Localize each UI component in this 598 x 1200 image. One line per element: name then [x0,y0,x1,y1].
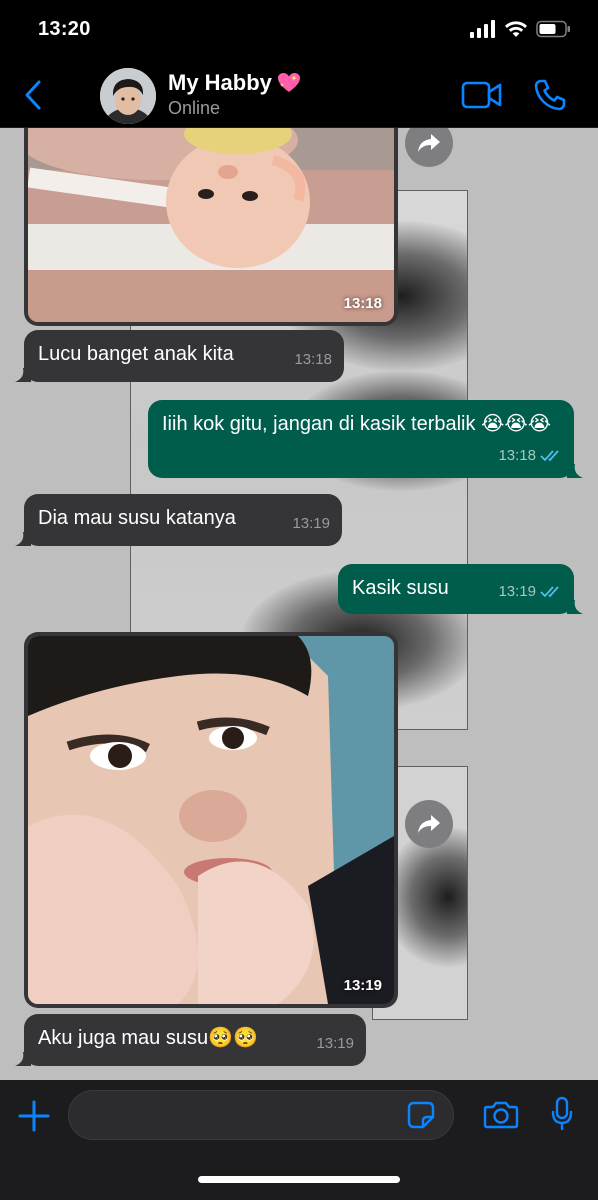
phone-icon [534,79,566,111]
sparkling-heart-icon [277,73,300,92]
forward-arrow-icon [418,134,440,152]
chat-area[interactable]: 13:18 Lucu banget anak kita 13:18 Iiih k… [0,128,598,1080]
message-text: Iiih kok gitu, jangan di kasik terbalik … [162,413,552,435]
outgoing-message[interactable]: Kasik susu 13:19 [338,564,583,614]
chevron-left-icon [25,80,41,110]
message-time: 13:19 [343,977,382,994]
bubble-tail [567,600,583,614]
bubble-tail [567,464,583,478]
chat-header: My Habby Online [0,62,598,128]
message-time: 13:18 [498,442,564,470]
forward-arrow-icon [418,815,440,833]
voice-call-button[interactable] [530,76,570,114]
camera-icon [483,1101,519,1129]
sticker-icon [407,1101,435,1129]
battery-icon [536,20,570,38]
bubble-tail [15,1052,31,1066]
double-check-icon [540,450,559,462]
double-check-icon [540,586,559,598]
back-button[interactable] [20,78,46,112]
bubble-tail [15,368,31,382]
sticker-button[interactable] [406,1100,436,1130]
incoming-message[interactable]: Aku juga mau susu🥺🥺 13:19 [15,1014,366,1066]
forward-button[interactable] [405,128,453,167]
photo-image [28,128,394,322]
message-text: Kasik susu [352,577,449,599]
message-time: 13:19 [498,578,564,606]
time-text: 13:19 [292,515,330,532]
time-text: 13:18 [498,447,536,464]
plus-icon [18,1100,50,1132]
contact-name[interactable]: My Habby [168,70,302,96]
contact-status: Online [168,98,221,118]
forward-button[interactable] [405,800,453,848]
status-icons [470,20,572,38]
input-bar [0,1080,598,1200]
message-time: 13:18 [343,295,382,312]
time-text: 13:19 [498,583,536,600]
contact-name-text: My Habby [168,70,272,95]
cellular-signal-icon [470,20,495,38]
bubble-tail [15,532,31,546]
selfie-photo: 13:19 [28,636,394,1004]
video-call-button[interactable] [460,78,504,112]
message-time: 13:18 [294,346,332,374]
time-text: 13:18 [294,351,332,368]
avatar-photo [100,68,156,124]
status-time: 13:20 [38,18,91,40]
message-text: Aku juga mau susu🥺🥺 [38,1027,258,1049]
message-text: Dia mau susu katanya [38,507,236,529]
message-input[interactable] [68,1090,454,1140]
microphone-icon [551,1096,573,1131]
attach-button[interactable] [16,1098,52,1134]
outgoing-message[interactable]: Iiih kok gitu, jangan di kasik terbalik … [148,400,583,478]
status-bar: 13:20 [0,0,598,62]
home-indicator [198,1176,400,1183]
avatar[interactable] [100,68,156,124]
camera-button[interactable] [482,1098,520,1132]
message-text: Lucu banget anak kita [38,343,234,365]
time-text: 13:19 [316,1035,354,1052]
image-message[interactable]: 13:18 [24,128,398,326]
wifi-icon [505,21,527,37]
incoming-message[interactable]: Lucu banget anak kita 13:18 [15,330,344,382]
message-time: 13:19 [316,1030,354,1058]
image-message[interactable]: 13:19 [24,632,398,1008]
video-camera-icon [461,81,502,109]
incoming-message[interactable]: Dia mau susu katanya 13:19 [15,494,342,546]
baby-photo: 13:18 [28,128,394,322]
microphone-button[interactable] [548,1094,576,1134]
message-time: 13:19 [292,510,330,538]
photo-image [28,636,394,1004]
